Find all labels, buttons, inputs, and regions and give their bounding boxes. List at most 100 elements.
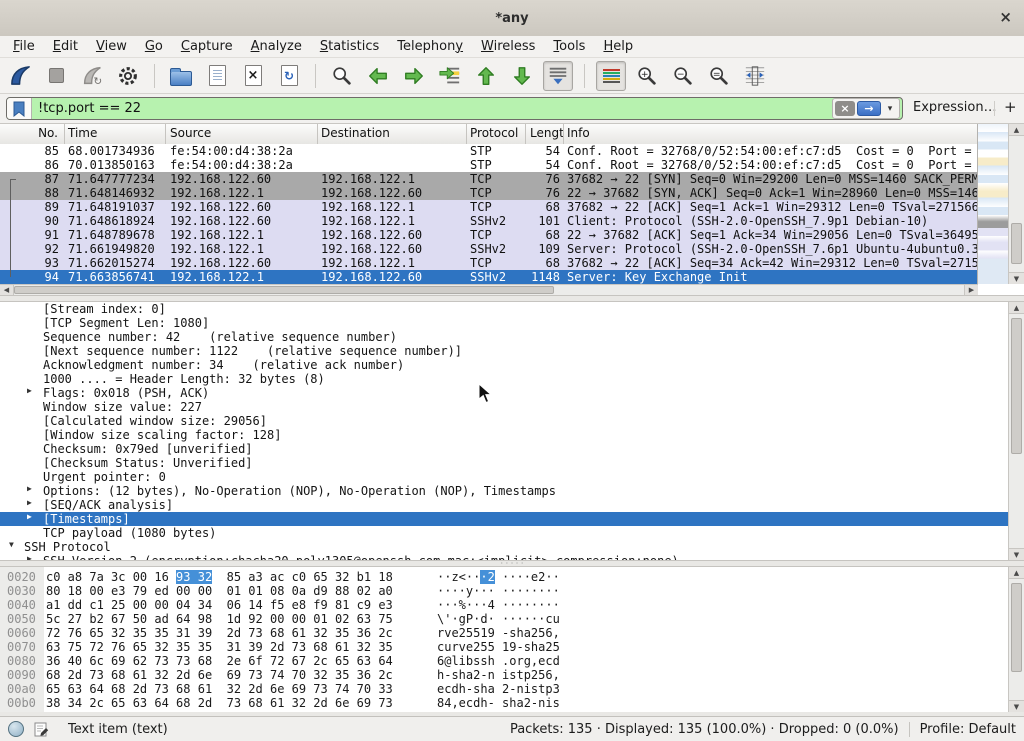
close-file-button[interactable]: × <box>238 61 268 91</box>
column-header-proto[interactable]: Protocol <box>467 124 526 144</box>
hex-row-0020[interactable]: 0020c0 a8 7a 3c 00 16 93 32 85 a3 ac c0 … <box>0 570 1008 584</box>
detail-row[interactable]: 1000 .... = Header Length: 32 bytes (8) <box>0 372 1008 386</box>
detail-row[interactable]: [Next sequence number: 1122 (relative se… <box>0 344 1008 358</box>
tree-collapsed-icon[interactable]: ▶ <box>27 484 32 493</box>
scrollbar-thumb[interactable] <box>1011 583 1022 672</box>
start-capture-button[interactable] <box>5 61 35 91</box>
menu-telephony[interactable]: Telephony <box>388 36 472 58</box>
detail-vscrollbar[interactable] <box>1008 302 1024 560</box>
menu-wireless[interactable]: Wireless <box>472 36 544 58</box>
scroll-down-icon[interactable] <box>1009 700 1024 712</box>
hex-row-00b0[interactable]: 00b038 34 2c 65 63 64 68 2d 73 68 61 32 … <box>0 696 1008 710</box>
scroll-up-icon[interactable] <box>1009 567 1024 579</box>
menu-statistics[interactable]: Statistics <box>311 36 388 58</box>
detail-row[interactable]: [Window size scaling factor: 128] <box>0 428 1008 442</box>
scroll-left-icon[interactable] <box>0 285 14 295</box>
detail-row[interactable]: ▶[Timestamps] <box>0 512 1008 526</box>
intelligent-scrollbar-minimap[interactable] <box>977 124 1008 284</box>
apply-filter-icon[interactable] <box>857 101 881 116</box>
detail-row[interactable]: Acknowledgment number: 34 (relative ack … <box>0 358 1008 372</box>
packet-row-88[interactable]: 8871.648146932192.168.122.1192.168.122.6… <box>0 186 978 200</box>
column-header-info[interactable]: Info <box>564 124 978 144</box>
hex-vscrollbar[interactable] <box>1008 567 1024 712</box>
menu-edit[interactable]: Edit <box>44 36 87 58</box>
filter-input[interactable] <box>32 98 832 119</box>
menu-view[interactable]: View <box>87 36 136 58</box>
colorize-button[interactable] <box>596 61 626 91</box>
packet-list-vscrollbar[interactable] <box>1008 124 1024 284</box>
hex-row-0040[interactable]: 0040a1 dd c1 25 00 00 04 34 06 14 f5 e8 … <box>0 598 1008 612</box>
reload-file-button[interactable]: ↻ <box>274 61 304 91</box>
hex-row-00a0[interactable]: 00a065 63 64 68 2d 73 68 61 32 2d 6e 69 … <box>0 682 1008 696</box>
packet-row-94[interactable]: 9471.663856741192.168.122.1192.168.122.6… <box>0 270 978 284</box>
detail-row[interactable]: [Stream index: 0] <box>0 302 1008 316</box>
menu-file[interactable]: File <box>4 36 44 58</box>
scroll-up-icon[interactable] <box>1009 124 1024 136</box>
menu-capture[interactable]: Capture <box>172 36 242 58</box>
packet-row-85[interactable]: 8568.001734936fe:54:00:d4:38:2aSTP54Conf… <box>0 144 978 158</box>
hex-row-0080[interactable]: 008036 40 6c 69 62 73 73 68 2e 6f 72 67 … <box>0 654 1008 668</box>
packet-list-hscrollbar[interactable] <box>0 284 978 295</box>
scrollbar-thumb[interactable] <box>1011 223 1022 263</box>
resize-columns-button[interactable] <box>740 61 770 91</box>
goto-packet-button[interactable] <box>435 61 465 91</box>
save-file-button[interactable] <box>202 61 232 91</box>
packet-row-86[interactable]: 8670.013850163fe:54:00:d4:38:2aSTP54Conf… <box>0 158 978 172</box>
menu-go[interactable]: Go <box>136 36 172 58</box>
close-icon[interactable]: × <box>999 9 1012 25</box>
tree-collapsed-icon[interactable]: ▶ <box>27 498 32 507</box>
zoom-reset-button[interactable]: = <box>704 61 734 91</box>
last-packet-button[interactable] <box>507 61 537 91</box>
hex-row-0060[interactable]: 006072 76 65 32 35 35 31 39 2d 73 68 61 … <box>0 626 1008 640</box>
hex-row-0050[interactable]: 00505c 27 b2 67 50 ad 64 98 1d 92 00 00 … <box>0 612 1008 626</box>
detail-row[interactable]: Window size value: 227 <box>0 400 1008 414</box>
zoom-in-button[interactable]: + <box>632 61 662 91</box>
status-profile[interactable]: Profile: Default <box>920 722 1016 737</box>
capture-options-button[interactable] <box>113 61 143 91</box>
column-header-dst[interactable]: Destination <box>318 124 467 144</box>
packet-row-91[interactable]: 9171.648789678192.168.122.1192.168.122.6… <box>0 228 978 242</box>
column-header-len[interactable]: Length <box>526 124 564 144</box>
scroll-up-icon[interactable] <box>1009 302 1024 314</box>
scroll-down-icon[interactable] <box>1009 548 1024 560</box>
column-header-no[interactable]: No. <box>0 124 65 144</box>
detail-row[interactable]: ▶[SEQ/ACK analysis] <box>0 498 1008 512</box>
scrollbar-thumb[interactable] <box>1011 318 1022 454</box>
detail-row[interactable]: ▼SSH Protocol <box>0 540 1008 554</box>
hscrollbar-thumb[interactable] <box>14 286 554 294</box>
hex-row-0030[interactable]: 003080 18 00 e3 79 ed 00 00 01 01 08 0a … <box>0 584 1008 598</box>
packet-row-92[interactable]: 9271.661949820192.168.122.1192.168.122.6… <box>0 242 978 256</box>
find-packet-button[interactable] <box>327 61 357 91</box>
autoscroll-button[interactable] <box>543 61 573 91</box>
pane-splitter-top[interactable] <box>0 295 1024 302</box>
expert-info-icon[interactable] <box>8 721 24 737</box>
add-filter-button[interactable]: + <box>1004 98 1017 116</box>
packet-row-90[interactable]: 9071.648618924192.168.122.60192.168.122.… <box>0 214 978 228</box>
packet-row-93[interactable]: 9371.662015274192.168.122.60192.168.122.… <box>0 256 978 270</box>
title-bar[interactable]: *any × <box>0 0 1024 37</box>
scroll-down-icon[interactable] <box>1009 272 1024 284</box>
tree-collapsed-icon[interactable]: ▶ <box>27 512 32 521</box>
menu-analyze[interactable]: Analyze <box>242 36 311 58</box>
menu-help[interactable]: Help <box>594 36 642 58</box>
zoom-out-button[interactable]: − <box>668 61 698 91</box>
column-header-time[interactable]: Time <box>65 124 166 144</box>
prev-packet-button[interactable] <box>363 61 393 91</box>
filter-bookmark-button[interactable] <box>7 98 32 119</box>
pane-splitter-bottom[interactable] <box>0 560 1024 567</box>
hex-row-0070[interactable]: 007063 75 72 76 65 32 35 35 31 39 2d 73 … <box>0 640 1008 654</box>
detail-row[interactable]: [Calculated window size: 29056] <box>0 414 1008 428</box>
detail-row[interactable]: Sequence number: 42 (relative sequence n… <box>0 330 1008 344</box>
restart-capture-button[interactable]: ↻ <box>77 61 107 91</box>
clear-filter-icon[interactable] <box>835 101 855 116</box>
hex-row-0090[interactable]: 009068 2d 73 68 61 32 2d 6e 69 73 74 70 … <box>0 668 1008 682</box>
detail-row[interactable]: Urgent pointer: 0 <box>0 470 1008 484</box>
detail-row[interactable]: [Checksum Status: Unverified] <box>0 456 1008 470</box>
first-packet-button[interactable] <box>471 61 501 91</box>
capture-comment-icon[interactable] <box>34 721 50 738</box>
expression-button[interactable]: Expression… <box>913 100 997 115</box>
filter-history-caret-icon[interactable] <box>883 104 897 114</box>
packet-row-89[interactable]: 8971.648191037192.168.122.60192.168.122.… <box>0 200 978 214</box>
scroll-right-icon[interactable] <box>964 285 978 295</box>
detail-row[interactable]: Checksum: 0x79ed [unverified] <box>0 442 1008 456</box>
